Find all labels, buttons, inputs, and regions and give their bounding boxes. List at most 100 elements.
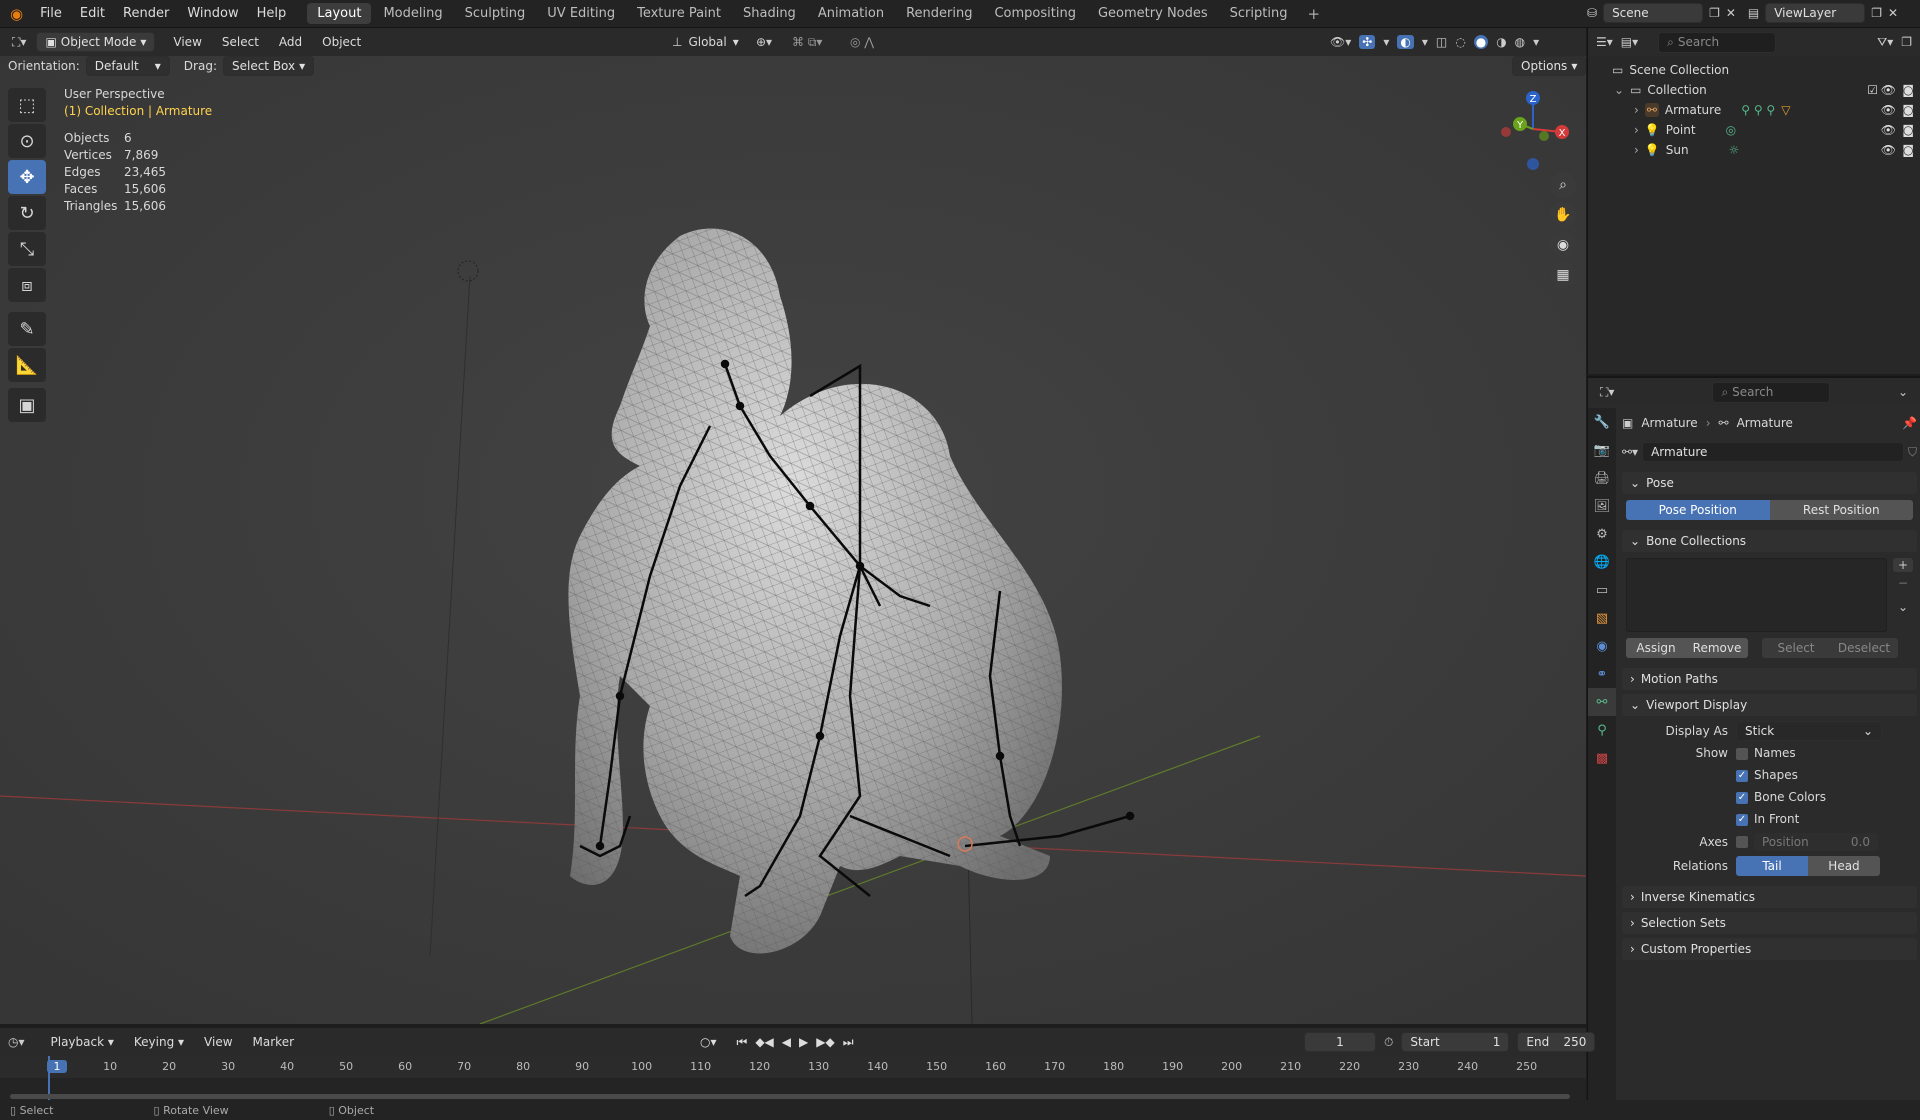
menu-help[interactable]: Help [248,6,296,21]
end-frame-field[interactable]: End 250 [1517,1032,1596,1052]
editor-type-icon[interactable]: ⛶▾ [6,35,32,50]
drag-dropdown[interactable]: Select Box ▾ [222,56,315,76]
bone-collections-panel-header[interactable]: ⌄ Bone Collections [1622,530,1917,552]
selection-sets-panel-header[interactable]: › Selection Sets [1622,912,1917,934]
3d-viewport[interactable]: Z X Y ⌕ ✋ ◉ ▦ [0,56,1586,1024]
stopwatch-icon[interactable]: ⏱ [1384,1035,1393,1050]
viewport-menu-select[interactable]: Select [212,35,269,49]
transform-tool-icon[interactable]: ⧈ [8,268,46,302]
timeline-menu-marker[interactable]: Marker [243,1035,304,1049]
delete-scene-icon[interactable]: ✕ [1726,6,1736,20]
assign-button[interactable]: Assign [1626,638,1686,658]
annotate-tool-icon[interactable]: ✎ [8,312,46,346]
position-field[interactable]: Position 0.0 [1754,833,1878,851]
xray-icon[interactable]: ◫ [1436,35,1447,49]
render-camera-icon[interactable]: ◙ [1902,103,1914,117]
workspace-tab-rendering[interactable]: Rendering [896,3,982,24]
expand-arrow-icon[interactable]: › [1634,123,1639,137]
armature-data-tab-icon[interactable]: ⚯ [1588,688,1616,716]
start-frame-field[interactable]: Start 1 [1401,1032,1510,1052]
bone-colors-checkbox[interactable]: ✓ Bone Colors [1736,790,1826,804]
gizmo-dropdown-icon[interactable]: ▾ [1383,35,1389,49]
viewport-menu-object[interactable]: Object [312,35,371,49]
orientation-dropdown[interactable]: Default ▾ [85,56,170,76]
snap-icon[interactable]: ⌘ ⧉▾ [792,35,822,50]
properties-search-input[interactable]: ⌕ Search [1712,381,1831,403]
measure-tool-icon[interactable]: 📐 [8,348,46,382]
menu-render[interactable]: Render [114,6,178,21]
timeline-scrollbar[interactable] [10,1094,1570,1099]
scene-tab-icon[interactable]: ⚙ [1588,520,1616,548]
bone-collections-list[interactable] [1626,558,1887,632]
play-icon[interactable]: ▶ [799,1035,808,1049]
pose-position-button[interactable]: Pose Position [1626,500,1770,520]
new-view-layer-icon[interactable]: ❐ [1871,6,1882,20]
bone-tab-icon[interactable]: ⚲ [1588,716,1616,744]
axes-checkbox[interactable] [1736,836,1748,848]
overlay-dropdown-icon[interactable]: ▾ [1422,35,1428,49]
render-tab-icon[interactable]: 📷 [1588,436,1616,464]
solid-shading-icon[interactable]: ● [1473,35,1489,49]
shapes-checkbox[interactable]: ✓ Shapes [1736,768,1798,782]
transform-orientation-dropdown[interactable]: ⊥ Global ▾ [672,35,739,49]
timeline-editor-type-icon[interactable]: ◷▾ [8,1035,25,1049]
deselect-button[interactable]: Deselect [1830,638,1898,658]
render-camera-icon[interactable]: ◙ [1902,123,1914,137]
delete-view-layer-icon[interactable]: ✕ [1888,6,1898,20]
timeline-menu-view[interactable]: View [194,1035,242,1049]
constraints-tab-icon[interactable]: ⚭ [1588,660,1616,688]
filter-icon[interactable]: ⛛▾ [1877,35,1893,50]
rest-position-button[interactable]: Rest Position [1769,500,1913,520]
menu-edit[interactable]: Edit [71,6,114,21]
jump-keyframe-forward-icon[interactable]: ▶◆ [816,1035,834,1049]
workspace-tab-layout[interactable]: Layout [307,3,372,24]
datablock-name-field[interactable]: Armature [1642,442,1904,462]
workspace-tab-modeling[interactable]: Modeling [373,3,452,24]
overlay-toggle-icon[interactable]: ◐ [1397,35,1414,49]
rendered-shading-icon[interactable]: ◍ [1515,35,1525,49]
tail-button[interactable]: Tail [1736,856,1808,876]
workspace-tab-uv-editing[interactable]: UV Editing [537,3,625,24]
grid-perspective-icon[interactable]: ▦ [1550,262,1576,288]
menu-file[interactable]: File [31,6,71,21]
outliner-editor-type-icon[interactable]: ☰▾ [1596,35,1613,49]
new-collection-icon[interactable]: ❐ [1901,35,1912,49]
proportional-edit-icon[interactable]: ◎ ⋀ [850,35,874,49]
add-bone-collection-icon[interactable]: + [1893,558,1913,572]
shading-dropdown-icon[interactable]: ▾ [1533,35,1539,49]
scale-tool-icon[interactable]: ⤡ [8,232,46,266]
physics-tab-icon[interactable]: ◉ [1588,632,1616,660]
render-camera-icon[interactable]: ◙ [1902,83,1914,97]
visibility-icon[interactable]: 👁▾ [1330,35,1351,49]
visibility-eye-icon[interactable]: 👁 [1881,143,1896,157]
material-shading-icon[interactable]: ◑ [1496,35,1506,49]
blender-logo-icon[interactable]: ◉ [0,5,31,23]
workspace-tab-shading[interactable]: Shading [733,3,806,24]
sun-light-data-icon[interactable]: ☼ [1729,143,1740,157]
jump-keyframe-back-icon[interactable]: ◆◀ [755,1035,773,1049]
remove-button[interactable]: Remove [1686,638,1748,658]
visibility-eye-icon[interactable]: 👁 [1881,123,1896,137]
motion-paths-panel-header[interactable]: › Motion Paths [1622,668,1917,690]
remove-bone-collection-icon[interactable]: − [1893,576,1913,590]
properties-editor-type-icon[interactable]: ⛶▾ [1600,385,1614,400]
menu-window[interactable]: Window [178,6,247,21]
navigation-gizmo[interactable]: Z X Y [1488,84,1578,174]
timeline-menu-playback[interactable]: Playback ▾ [41,1035,124,1049]
view-layer-selector[interactable]: ViewLayer [1765,3,1866,23]
outliner-row-armature[interactable]: › ⚯ Armature ⚲ ⚲ ⚲ ▽ 👁 ◙ [1588,100,1920,120]
checkbox-icon[interactable]: ☑ [1867,83,1878,97]
expand-arrow-icon[interactable]: › [1634,103,1639,117]
timeline-ruler[interactable]: 1 10 20 30 40 50 60 70 80 90 100 110 120 130 140 150 160… [0,1056,1586,1078]
workspace-tab-compositing[interactable]: Compositing [984,3,1086,24]
outliner-row-collection[interactable]: ⌄ ▭ Collection ☑ 👁 ◙ [1588,80,1920,100]
viewport-menu-view[interactable]: View [163,35,211,49]
outliner-row-sun[interactable]: › 💡 Sun ☼ 👁 ◙ [1588,140,1920,160]
expand-arrow-icon[interactable]: ⌄ [1614,83,1624,97]
select-box-tool-icon[interactable]: ⬚ [8,88,46,122]
display-as-dropdown[interactable]: Stick ⌄ [1736,721,1882,741]
pivot-icon[interactable]: ⊕▾ [756,35,772,49]
move-tool-icon[interactable]: ✥ [8,160,46,194]
panel-dropdown-icon[interactable]: ⌄ [1898,385,1908,399]
viewport-scene[interactable] [0,56,1586,1024]
